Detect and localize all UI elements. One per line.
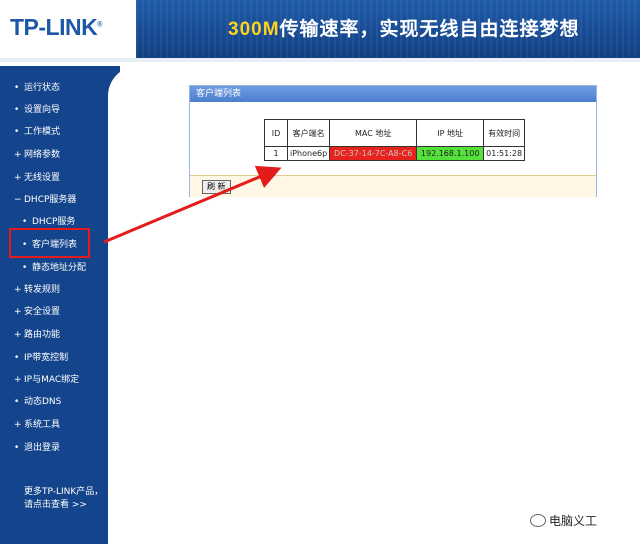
sidebar-item-routing[interactable]: + 路由功能 <box>14 329 60 341</box>
bullet-icon: • <box>22 217 28 227</box>
more-products-line: 更多TP-LINK产品， <box>24 487 104 497</box>
expand-icon: + <box>14 173 22 183</box>
panel-title: 客户端列表 <box>190 86 596 102</box>
header-lease-time: 有效时间 <box>483 119 526 147</box>
header-ip: IP 地址 <box>416 119 485 147</box>
header-separator <box>0 58 640 62</box>
header-client-name: 客户端名 <box>286 119 331 147</box>
header-mac: MAC 地址 <box>329 119 418 147</box>
header-id: ID <box>264 119 288 147</box>
banner-slogan: 300M传输速率，实现无线自由连接梦想 <box>228 18 580 40</box>
bullet-icon: • <box>14 353 20 363</box>
bullet-icon: • <box>14 83 20 93</box>
more-products-line: 请点击查看 >> <box>24 500 87 510</box>
expand-icon: + <box>14 307 22 317</box>
sidebar-item-logout[interactable]: • 退出登录 <box>14 442 60 454</box>
expand-icon: + <box>14 285 22 295</box>
more-products-link[interactable]: 更多TP-LINK产品， 请点击查看 >> <box>24 486 103 512</box>
bullet-icon: • <box>14 443 20 453</box>
sidebar-item-work-mode[interactable]: • 工作模式 <box>14 126 60 138</box>
wechat-icon <box>530 514 546 527</box>
table-header-row: ID 客户端名 MAC 地址 IP 地址 有效时间 <box>264 119 526 147</box>
logo-area: TP-LINK® <box>0 0 136 58</box>
sidebar-item-network[interactable]: + 网络参数 <box>14 149 60 161</box>
sidebar-item-bandwidth[interactable]: • IP带宽控制 <box>14 352 68 364</box>
bullet-icon: • <box>22 263 28 273</box>
tp-link-logo: TP-LINK® <box>10 14 102 40</box>
cell-lease-time: 01:51:28 <box>483 146 526 161</box>
sidebar-item-static-address[interactable]: • 静态地址分配 <box>22 262 86 274</box>
sidebar-item-setup-wizard[interactable]: • 设置向导 <box>14 104 60 116</box>
refresh-button[interactable]: 刷 新 <box>202 180 231 194</box>
expand-icon: + <box>14 375 22 385</box>
collapse-icon: − <box>14 195 22 205</box>
bullet-icon: • <box>14 105 20 115</box>
sidebar-item-system-tools[interactable]: + 系统工具 <box>14 419 60 431</box>
highlight-box <box>9 228 90 258</box>
expand-icon: + <box>14 420 22 430</box>
bullet-icon: • <box>14 397 20 407</box>
sidebar-item-security[interactable]: + 安全设置 <box>14 306 60 318</box>
sidebar-item-wireless[interactable]: + 无线设置 <box>14 172 60 184</box>
header-banner: TP-LINK® 300M传输速率，实现无线自由连接梦想 <box>0 0 640 58</box>
client-list-panel: 客户端列表 ID 客户端名 MAC 地址 IP 地址 有效时间 1 iPhone… <box>189 85 597 197</box>
sidebar-item-dhcp-service[interactable]: • DHCP服务 <box>22 216 75 228</box>
watermark: 电脑义工 <box>530 512 597 529</box>
bullet-icon: • <box>14 127 20 137</box>
cell-client-name: iPhone6p <box>286 146 331 161</box>
cell-ip: 192.168.1.100 <box>416 146 485 161</box>
expand-icon: + <box>14 150 22 160</box>
client-table: ID 客户端名 MAC 地址 IP 地址 有效时间 1 iPhone6p DC-… <box>264 119 526 161</box>
table-row: 1 iPhone6p DC-37-14-7C-A8-C6 192.168.1.1… <box>264 146 526 161</box>
sidebar-item-ddns[interactable]: • 动态DNS <box>14 396 61 408</box>
sidebar-item-dhcp-server[interactable]: − DHCP服务器 <box>14 194 76 206</box>
expand-icon: + <box>14 330 22 340</box>
cell-id: 1 <box>264 146 288 161</box>
sidebar-item-ip-mac-binding[interactable]: + IP与MAC绑定 <box>14 374 79 386</box>
sidebar-item-forwarding[interactable]: + 转发规则 <box>14 284 60 296</box>
cell-mac: DC-37-14-7C-A8-C6 <box>329 146 418 161</box>
sidebar-item-status[interactable]: • 运行状态 <box>14 82 60 94</box>
panel-footer: 刷 新 <box>190 175 596 197</box>
